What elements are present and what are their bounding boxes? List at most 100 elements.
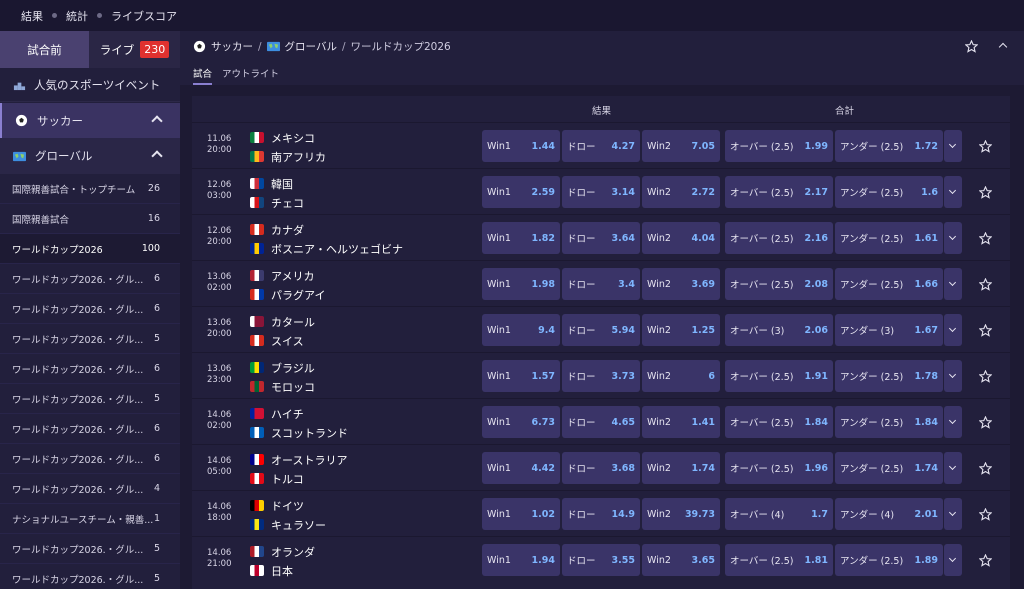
more-markets-button[interactable] [944,130,962,162]
more-markets-button[interactable] [944,452,962,484]
match-row[interactable]: 14.06 18:00 ドイツ キュラソー Win1 1.02 ドロー 14.9 Win2 39.… [192,490,1010,536]
more-markets-button[interactable] [944,268,962,300]
odd-under-button[interactable]: アンダー (2.5) 1.61 [835,222,943,254]
odd-over-button[interactable]: オーバー (2.5) 1.81 [725,544,833,576]
odd-draw-button[interactable]: ドロー 4.65 [562,406,640,438]
odd-win2-button[interactable]: Win2 3.69 [642,268,720,300]
match-row[interactable]: 12.06 03:00 韓国 チェコ Win1 2.59 ドロー 3.14 Win2 2.72 オー… [192,168,1010,214]
odd-over-button[interactable]: オーバー (2.5) 2.08 [725,268,833,300]
odd-over-button[interactable]: オーバー (4) 1.7 [725,498,833,530]
more-markets-button[interactable] [944,314,962,346]
favorite-star-icon[interactable] [979,138,992,157]
sidebar-item-soccer[interactable]: サッカー [0,103,180,138]
collapse-chevron-icon[interactable] [998,42,1008,52]
odd-draw-button[interactable]: ドロー 3.4 [562,268,640,300]
sidebar-item-popular[interactable]: 人気のスポーツイベント [0,68,180,102]
odd-draw-button[interactable]: ドロー 3.14 [562,176,640,208]
sidebar-league-item[interactable]: ワールドカップ2026.・グル... 6 [0,444,180,474]
sidebar-league-item[interactable]: ワールドカップ2026.・グル... 6 [0,414,180,444]
breadcrumb-sport[interactable]: サッカー [211,39,253,54]
odd-under-button[interactable]: アンダー (2.5) 1.74 [835,452,943,484]
odd-win1-button[interactable]: Win1 9.4 [482,314,560,346]
sidebar-league-item[interactable]: ワールドカップ2026.・グル... 6 [0,354,180,384]
favorite-star-icon[interactable] [979,552,992,571]
odd-win1-button[interactable]: Win1 1.57 [482,360,560,392]
breadcrumb-region[interactable]: グローバル [285,39,337,54]
odd-draw-button[interactable]: ドロー 3.73 [562,360,640,392]
star-icon[interactable] [965,40,978,53]
odd-win2-button[interactable]: Win2 7.05 [642,130,720,162]
favorite-star-icon[interactable] [979,276,992,295]
odd-win1-button[interactable]: Win1 1.02 [482,498,560,530]
odd-draw-button[interactable]: ドロー 3.68 [562,452,640,484]
odd-win2-button[interactable]: Win2 3.65 [642,544,720,576]
tab-live[interactable]: ライブ 230 [89,31,180,68]
more-markets-button[interactable] [944,406,962,438]
match-row[interactable]: 13.06 20:00 カタール スイス Win1 9.4 ドロー 5.94 Win2 1.25 オ… [192,306,1010,352]
odd-over-button[interactable]: オーバー (2.5) 1.99 [725,130,833,162]
match-row[interactable]: 13.06 23:00 ブラジル モロッコ Win1 1.57 ドロー 3.73 Win2 6 オー… [192,352,1010,398]
tab-prematch[interactable]: 試合前 [0,31,89,68]
sidebar-item-global[interactable]: グローバル [0,138,180,174]
odd-over-button[interactable]: オーバー (2.5) 2.17 [725,176,833,208]
more-markets-button[interactable] [944,544,962,576]
more-markets-button[interactable] [944,498,962,530]
odd-over-button[interactable]: オーバー (2.5) 1.91 [725,360,833,392]
odd-win2-button[interactable]: Win2 1.74 [642,452,720,484]
odd-win1-button[interactable]: Win1 1.94 [482,544,560,576]
odd-win1-button[interactable]: Win1 4.42 [482,452,560,484]
sidebar-league-item[interactable]: ワールドカップ2026.・グル... 5 [0,564,180,589]
odd-draw-button[interactable]: ドロー 14.9 [562,498,640,530]
nav-stats[interactable]: 統計 [66,8,88,24]
odd-under-button[interactable]: アンダー (4) 2.01 [835,498,943,530]
odd-under-button[interactable]: アンダー (2.5) 1.78 [835,360,943,392]
more-markets-button[interactable] [944,176,962,208]
odd-win2-button[interactable]: Win2 2.72 [642,176,720,208]
odd-win1-button[interactable]: Win1 1.82 [482,222,560,254]
favorite-star-icon[interactable] [979,506,992,525]
sidebar-league-item[interactable]: 国際親善試合 16 [0,204,180,234]
favorite-star-icon[interactable] [979,322,992,341]
odd-under-button[interactable]: アンダー (2.5) 1.89 [835,544,943,576]
sidebar-league-item[interactable]: ワールドカップ2026 100 [0,234,180,264]
match-row[interactable]: 14.06 21:00 オランダ 日本 Win1 1.94 ドロー 3.55 Win2 3.65 オ… [192,536,1010,582]
odd-draw-button[interactable]: ドロー 5.94 [562,314,640,346]
odd-draw-button[interactable]: ドロー 3.64 [562,222,640,254]
odd-win1-button[interactable]: Win1 2.59 [482,176,560,208]
favorite-star-icon[interactable] [979,230,992,249]
tab-outrights[interactable]: アウトライト [222,62,279,83]
tab-matches[interactable]: 試合 [193,62,213,85]
sidebar-league-item[interactable]: ワールドカップ2026.・グル... 4 [0,474,180,504]
sidebar-league-item[interactable]: ナショナルユースチーム・親善... 1 [0,504,180,534]
match-row[interactable]: 12.06 20:00 カナダ ボスニア・ヘルツェゴビナ Win1 1.82 ドロー 3.64… [192,214,1010,260]
odd-win1-button[interactable]: Win1 1.98 [482,268,560,300]
sidebar-league-item[interactable]: ワールドカップ2026.・グル... 6 [0,264,180,294]
odd-under-button[interactable]: アンダー (2.5) 1.6 [835,176,943,208]
favorite-star-icon[interactable] [979,184,992,203]
odd-under-button[interactable]: アンダー (2.5) 1.72 [835,130,943,162]
nav-livescore[interactable]: ライブスコア [111,8,177,24]
favorite-star-icon[interactable] [979,368,992,387]
favorite-star-icon[interactable] [979,460,992,479]
odd-over-button[interactable]: オーバー (3) 2.06 [725,314,833,346]
odd-win1-button[interactable]: Win1 1.44 [482,130,560,162]
odd-over-button[interactable]: オーバー (2.5) 2.16 [725,222,833,254]
odd-win2-button[interactable]: Win2 1.25 [642,314,720,346]
more-markets-button[interactable] [944,222,962,254]
favorite-star-icon[interactable] [979,414,992,433]
odd-draw-button[interactable]: ドロー 4.27 [562,130,640,162]
sidebar-league-item[interactable]: ワールドカップ2026.・グル... 5 [0,384,180,414]
match-row[interactable]: 11.06 20:00 メキシコ 南アフリカ Win1 1.44 ドロー 4.27 Win2 7.… [192,122,1010,168]
more-markets-button[interactable] [944,360,962,392]
odd-under-button[interactable]: アンダー (3) 1.67 [835,314,943,346]
odd-win2-button[interactable]: Win2 39.73 [642,498,720,530]
odd-win2-button[interactable]: Win2 1.41 [642,406,720,438]
match-row[interactable]: 14.06 05:00 オーストラリア トルコ Win1 4.42 ドロー 3.68 Win2 1… [192,444,1010,490]
match-row[interactable]: 14.06 02:00 ハイチ スコットランド Win1 6.73 ドロー 4.65 Win2 1… [192,398,1010,444]
sidebar-league-item[interactable]: ワールドカップ2026.・グル... 6 [0,294,180,324]
odd-under-button[interactable]: アンダー (2.5) 1.66 [835,268,943,300]
sidebar-league-item[interactable]: ワールドカップ2026.・グル... 5 [0,534,180,564]
odd-over-button[interactable]: オーバー (2.5) 1.96 [725,452,833,484]
odd-under-button[interactable]: アンダー (2.5) 1.84 [835,406,943,438]
odd-win2-button[interactable]: Win2 6 [642,360,720,392]
